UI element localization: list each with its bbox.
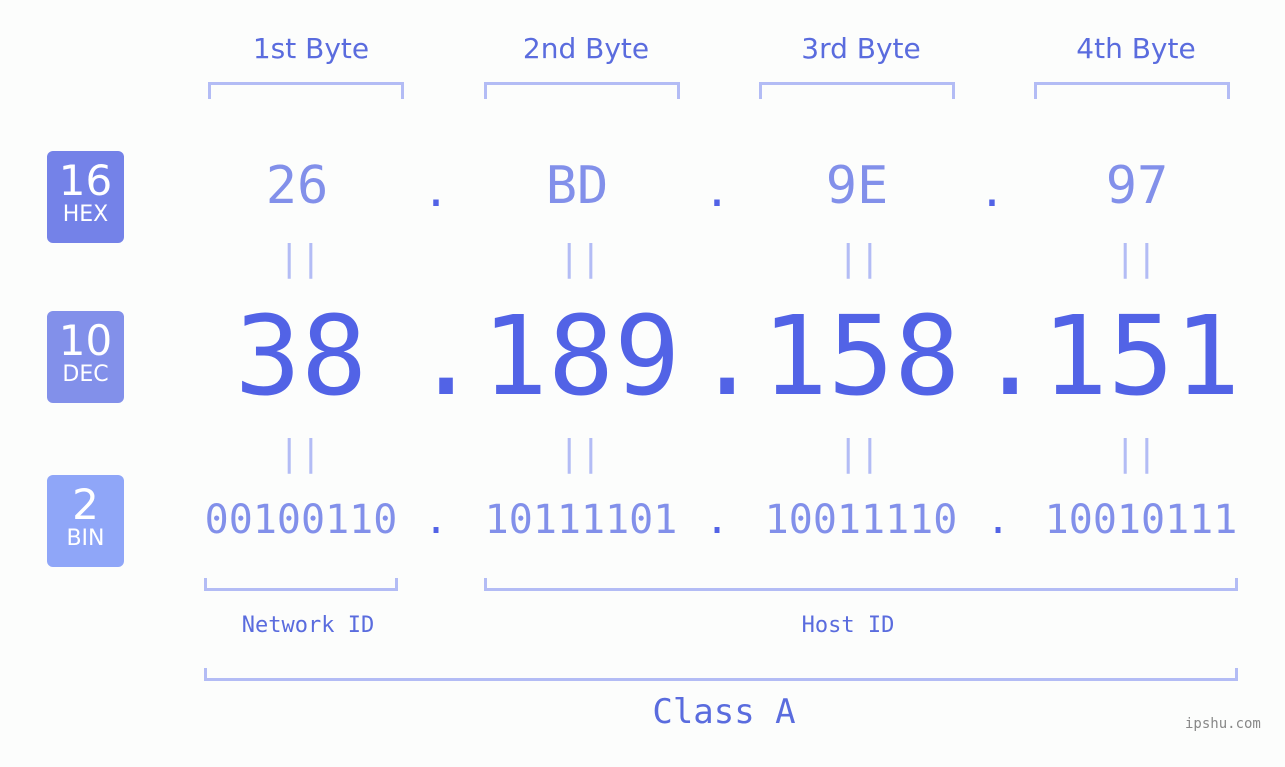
- header-byte-2: 2nd Byte: [522, 32, 650, 65]
- equals-dec-bin-4: ||: [1114, 433, 1158, 474]
- bin-dot-2: .: [704, 497, 730, 543]
- dec-dot-1: .: [413, 292, 480, 420]
- class-bracket: [204, 668, 1238, 681]
- bin-badge: 2 BIN: [47, 475, 124, 567]
- dec-byte-3: 158: [761, 292, 961, 420]
- hex-dot-1: .: [422, 166, 450, 217]
- header-byte-4: 4th Byte: [1076, 32, 1196, 65]
- dec-badge-number: 10: [58, 316, 113, 365]
- hex-dot-3: .: [978, 166, 1006, 217]
- byte-4-bracket: [1034, 82, 1230, 99]
- hex-badge-number: 16: [58, 156, 113, 205]
- hex-badge: 16 HEX: [47, 151, 124, 243]
- byte-1-bracket: [208, 82, 404, 99]
- dec-badge: 10 DEC: [47, 311, 124, 403]
- dec-dot-3: .: [977, 292, 1044, 420]
- equals-hex-dec-1: ||: [278, 238, 322, 279]
- bin-dot-3: .: [985, 497, 1011, 543]
- bin-badge-number: 2: [72, 480, 99, 529]
- watermark: ipshu.com: [1185, 716, 1261, 732]
- hex-byte-4: 97: [1105, 156, 1169, 216]
- equals-hex-dec-2: ||: [558, 238, 602, 279]
- header-byte-1: 1st Byte: [252, 32, 370, 65]
- bin-dot-1: .: [423, 497, 449, 543]
- network-id-label: Network ID: [241, 613, 375, 638]
- equals-hex-dec-4: ||: [1114, 238, 1158, 279]
- host-id-label: Host ID: [801, 613, 895, 638]
- bin-byte-1: 00100110: [204, 497, 398, 543]
- dec-byte-4: 151: [1041, 292, 1241, 420]
- dec-byte-2: 189: [481, 292, 681, 420]
- bin-badge-label: BIN: [66, 526, 105, 551]
- hex-dot-2: .: [703, 166, 731, 217]
- dec-byte-1: 38: [234, 292, 368, 420]
- hex-byte-3: 9E: [825, 156, 889, 216]
- hex-byte-1: 26: [265, 156, 329, 216]
- byte-2-bracket: [484, 82, 680, 99]
- hex-badge-label: HEX: [62, 202, 109, 227]
- class-label: Class A: [652, 692, 796, 732]
- hex-byte-2: BD: [545, 156, 609, 216]
- bin-byte-4: 10010111: [1044, 497, 1238, 543]
- equals-dec-bin-3: ||: [837, 433, 881, 474]
- bin-byte-2: 10111101: [484, 497, 678, 543]
- equals-dec-bin-1: ||: [278, 433, 322, 474]
- equals-hex-dec-3: ||: [837, 238, 881, 279]
- header-byte-3: 3rd Byte: [801, 32, 921, 65]
- network-id-bracket: [204, 578, 398, 591]
- dec-dot-2: .: [694, 292, 761, 420]
- host-id-bracket: [484, 578, 1238, 591]
- dec-badge-label: DEC: [62, 362, 109, 387]
- byte-3-bracket: [759, 82, 955, 99]
- equals-dec-bin-2: ||: [558, 433, 602, 474]
- bin-byte-3: 10011110: [764, 497, 958, 543]
